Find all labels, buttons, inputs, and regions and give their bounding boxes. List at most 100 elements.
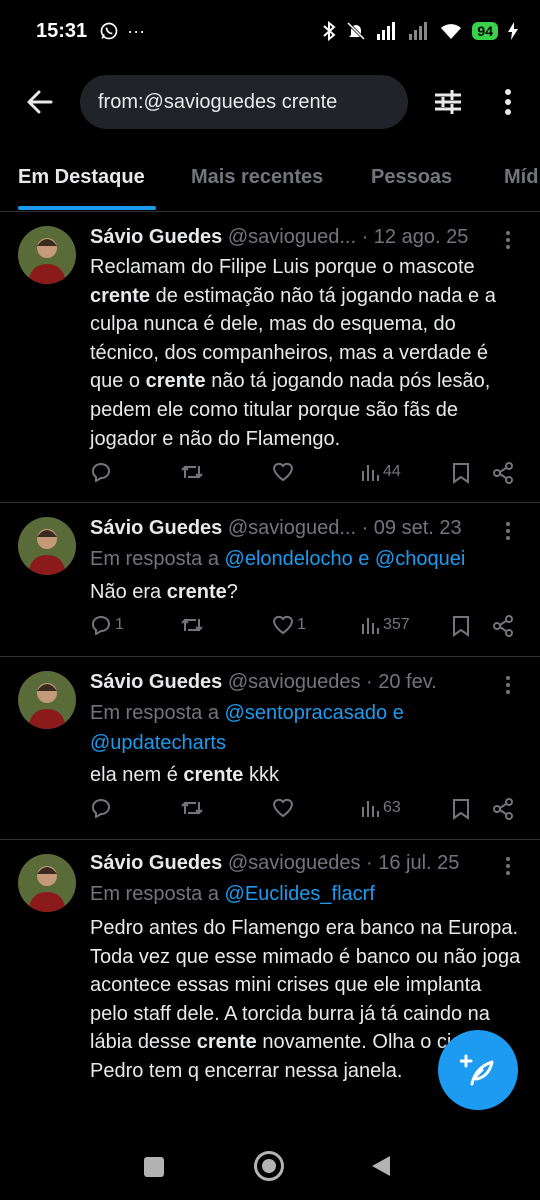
recents-button[interactable] — [144, 1157, 164, 1177]
views-chart-icon — [362, 618, 379, 634]
tweet-text: ela nem é crente kkk — [90, 764, 279, 786]
views-button[interactable]: 63 — [360, 798, 401, 818]
tweet-date: · 16 jul. 25 — [366, 852, 460, 874]
retweet-button[interactable] — [180, 615, 207, 635]
heart-icon — [272, 798, 294, 818]
tweet-author-name[interactable]: Sávio Guedes — [90, 671, 222, 693]
reply-mentions[interactable]: @elondelocho e @choquei — [225, 548, 466, 570]
more-vertical-icon — [506, 676, 510, 694]
like-button[interactable]: 1 — [272, 615, 306, 635]
tweet-author-handle: @savioguedes — [227, 852, 361, 874]
tweet[interactable]: Sávio Guedes @saviogued... · 12 ago. 25 … — [0, 212, 540, 503]
more-vertical-icon — [506, 522, 510, 540]
views-button[interactable]: 44 — [360, 462, 401, 482]
home-button[interactable] — [254, 1151, 284, 1181]
tab-mais-recentes[interactable]: Mais recentes — [191, 166, 323, 189]
signal-icon — [377, 22, 396, 40]
avatar[interactable] — [18, 854, 76, 912]
tweet-author-name[interactable]: Sávio Guedes — [90, 226, 222, 248]
search-header: from:@savioguedes crente — [0, 72, 540, 132]
views-chart-icon — [362, 801, 379, 817]
tweet-actions: 1 1 357 — [0, 615, 540, 645]
battery-level: 94 — [472, 22, 498, 40]
active-tab-indicator — [18, 206, 156, 210]
share-icon — [493, 798, 513, 820]
bookmark-icon — [453, 799, 469, 820]
share-button[interactable] — [492, 462, 514, 484]
tweet-author-handle: @saviogued... — [227, 226, 356, 248]
tab-em-destaque[interactable]: Em Destaque — [18, 166, 145, 189]
tweet-author-handle: @saviogued... — [227, 517, 356, 539]
share-button[interactable] — [492, 798, 514, 820]
like-button[interactable] — [272, 462, 297, 482]
bookmark-button[interactable] — [452, 462, 470, 484]
reply-button[interactable]: 1 — [90, 615, 124, 635]
tweet-text: Não era crente? — [90, 581, 238, 603]
tweet[interactable]: Sávio Guedes @saviogued... · 09 set. 23 … — [0, 503, 540, 657]
retweet-icon — [181, 801, 203, 815]
filter-button[interactable] — [428, 84, 468, 120]
reply-icon — [92, 463, 110, 482]
avatar[interactable] — [18, 517, 76, 575]
bookmark-icon — [453, 463, 469, 484]
tweet-author-name[interactable]: Sávio Guedes — [90, 517, 222, 539]
avatar[interactable] — [18, 671, 76, 729]
triangle-back-icon — [372, 1156, 390, 1176]
mute-bell-icon — [347, 21, 366, 41]
tweet-more-button[interactable] — [498, 673, 518, 697]
reply-button[interactable] — [90, 462, 115, 482]
more-vertical-icon — [506, 231, 510, 249]
tweet-author-handle: @savioguedes — [227, 671, 361, 693]
home-icon — [262, 1159, 276, 1173]
share-icon — [493, 462, 513, 484]
reply-mentions[interactable]: @Euclides_flacrf — [225, 883, 375, 905]
tweet-text: Reclamam do Filipe Luis porque o mascote… — [90, 256, 496, 450]
compose-tweet-button[interactable] — [438, 1030, 518, 1110]
status-time: 15:31 — [36, 19, 88, 42]
status-bar: 15:31 ··· 94 — [0, 0, 540, 62]
sliders-icon — [435, 90, 461, 114]
back-button[interactable] — [22, 84, 58, 120]
search-input[interactable]: from:@savioguedes crente — [80, 75, 408, 129]
bluetooth-icon — [323, 21, 336, 41]
retweet-icon — [181, 618, 203, 632]
whatsapp-icon — [100, 22, 118, 40]
retweet-icon — [181, 465, 203, 479]
reply-icon — [92, 616, 110, 635]
retweet-button[interactable] — [180, 798, 207, 818]
tab-midia[interactable]: Míd — [504, 166, 538, 189]
tweet-actions: 63 — [0, 798, 540, 828]
bookmark-icon — [453, 616, 469, 637]
reply-icon — [92, 799, 110, 818]
arrow-left-icon — [27, 90, 53, 114]
retweet-button[interactable] — [180, 462, 207, 482]
reply-context: Em resposta a @sentopracasado e @updatec… — [90, 702, 404, 754]
avatar[interactable] — [18, 226, 76, 284]
tweet-date: · 20 fev. — [366, 671, 437, 693]
search-tabs: Em Destaque Mais recentes Pessoas Míd — [0, 150, 540, 212]
tweet-author-name[interactable]: Sávio Guedes — [90, 852, 222, 874]
tweet-more-button[interactable] — [498, 854, 518, 878]
bookmark-button[interactable] — [452, 798, 470, 820]
reply-context: Em resposta a @elondelocho e @choquei — [90, 548, 466, 570]
tweet-more-button[interactable] — [498, 228, 518, 252]
signal-2-icon — [409, 22, 428, 40]
wifi-icon — [441, 24, 462, 39]
bookmark-button[interactable] — [452, 615, 470, 637]
heart-icon — [272, 615, 294, 635]
reply-button[interactable] — [90, 798, 115, 818]
tweet-more-button[interactable] — [498, 519, 518, 543]
share-icon — [493, 615, 513, 637]
tweet-actions: 44 — [0, 462, 540, 492]
reply-context: Em resposta a @Euclides_flacrf — [90, 883, 375, 905]
more-options-button[interactable] — [494, 84, 522, 120]
more-vertical-icon — [505, 89, 511, 115]
system-back-button[interactable] — [370, 1154, 392, 1183]
tab-pessoas[interactable]: Pessoas — [371, 166, 452, 189]
share-button[interactable] — [492, 615, 514, 637]
like-button[interactable] — [272, 798, 297, 818]
tweet-date: · 12 ago. 25 — [361, 226, 469, 248]
tweet-date: · 09 set. 23 — [361, 517, 462, 539]
tweet[interactable]: Sávio Guedes @savioguedes · 20 fev. Em r… — [0, 657, 540, 840]
views-button[interactable]: 357 — [360, 615, 410, 635]
